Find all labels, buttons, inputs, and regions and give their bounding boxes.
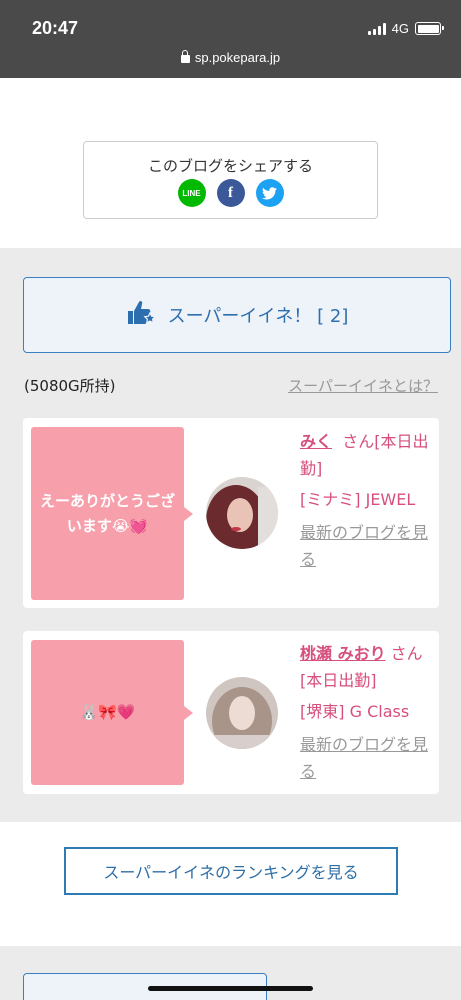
avatar[interactable] xyxy=(206,677,278,749)
facebook-share-icon[interactable]: f xyxy=(216,179,245,207)
about-super-iine-link[interactable]: スーパーイイネとは？ xyxy=(288,375,438,396)
cast-area: [ミナミ] xyxy=(300,490,361,509)
latest-blog-link[interactable]: 最新のブログを見る xyxy=(300,731,432,785)
gold-balance: (5080G所持) xyxy=(24,377,116,395)
lock-icon xyxy=(180,50,190,63)
cast-status: [本日出勤] xyxy=(300,671,377,690)
message-text: えーありがとうございます😭💓 xyxy=(39,491,175,535)
status-bar: 20:47 4G sp.pokepara.jp xyxy=(0,0,461,78)
signal-icon xyxy=(367,22,386,35)
cast-name-link[interactable]: みく xyxy=(300,432,332,451)
cast-shop: JEWEL xyxy=(365,490,416,509)
thumbs-up-star-icon xyxy=(126,299,157,331)
network-type: 4G xyxy=(391,21,409,36)
ranking-button[interactable]: スーパーイイネのランキングを見る xyxy=(64,847,398,895)
share-section: このブログをシェアする LINE f xyxy=(0,78,461,248)
latest-blog-link[interactable]: 最新のブログを見る xyxy=(300,519,432,573)
cast-info: みく さん[本日出勤] [ミナミ] JEWEL 最新のブログを見る xyxy=(300,428,432,573)
message-text: 🐰🎀💗 xyxy=(79,703,136,721)
line-share-icon[interactable]: LINE xyxy=(177,179,206,207)
home-indicator[interactable] xyxy=(148,986,313,991)
cast-name-link[interactable]: 桃瀬 みおり xyxy=(300,644,386,663)
cast-honorific: さん xyxy=(342,432,375,451)
ranking-section: スーパーイイネのランキングを見る xyxy=(0,822,461,946)
cast-info: 桃瀬 みおり さん [本日出勤] [堺東] G Class 最新のブログを見る xyxy=(300,640,432,785)
battery-icon xyxy=(415,22,444,35)
twitter-share-icon[interactable] xyxy=(255,179,284,207)
url-text: sp.pokepara.jp xyxy=(194,50,281,65)
message-bubble: えーありがとうございます😭💓 xyxy=(31,427,193,600)
list-item: 🐰🎀💗 桃瀬 みおり さん [本日出勤] [堺東] G Class 最新のブログを… xyxy=(23,631,439,794)
list-item: えーありがとうございます😭💓 みく さん[本日出勤] [ミナミ] JEWEL 最… xyxy=(23,418,439,608)
cast-honorific: さん xyxy=(390,644,423,663)
cast-shop: G Class xyxy=(349,702,410,721)
avatar[interactable] xyxy=(206,477,278,549)
super-iine-label: スーパーイイネ！ [ 2] xyxy=(167,306,349,327)
status-time: 20:47 xyxy=(32,18,79,38)
share-icons: LINE f xyxy=(84,179,377,207)
message-bubble: 🐰🎀💗 xyxy=(31,640,193,785)
share-title: このブログをシェアする xyxy=(147,157,313,175)
share-box: このブログをシェアする LINE f xyxy=(83,141,378,219)
system-indicators: 4G xyxy=(367,21,444,36)
address-bar[interactable]: sp.pokepara.jp xyxy=(0,50,461,65)
cast-area: [堺東] xyxy=(300,702,345,721)
super-iine-button[interactable]: スーパーイイネ！ [ 2] xyxy=(23,277,451,353)
